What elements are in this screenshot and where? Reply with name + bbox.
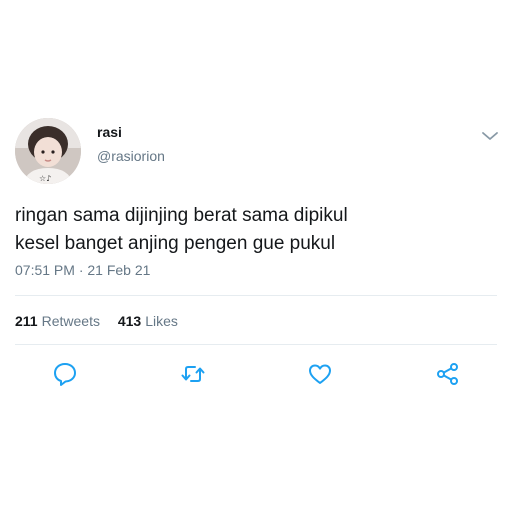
tweet-text-line: ringan sama dijinjing berat sama dipikul: [15, 205, 348, 226]
retweet-icon[interactable]: [179, 360, 207, 388]
retweets-label: Retweets: [41, 313, 100, 329]
avatar-image: ☆♪: [15, 118, 81, 184]
heart-icon[interactable]: [306, 360, 334, 388]
likes-count: 413: [117, 313, 142, 329]
likes-stat[interactable]: 413 Likes: [118, 313, 178, 329]
tweet-stats: 211 Retweets 413 Likes: [15, 313, 192, 329]
tweet-timestamp[interactable]: 07:51 PM · 21 Feb 21: [15, 262, 150, 278]
retweets-stat[interactable]: 211 Retweets: [15, 313, 100, 329]
tweet-card: ☆♪ rasi @rasiorion ringan sama dijinjing…: [0, 108, 512, 406]
page: ☆♪ rasi @rasiorion ringan sama dijinjing…: [0, 0, 512, 512]
user-handle[interactable]: @rasiorion: [97, 148, 165, 164]
reply-icon[interactable]: [51, 360, 79, 388]
action-bar: [0, 360, 512, 392]
divider: [15, 344, 497, 345]
likes-label: Likes: [145, 313, 178, 329]
divider: [15, 295, 497, 296]
chevron-down-icon[interactable]: [480, 128, 500, 144]
retweets-count: 211: [15, 313, 38, 329]
share-icon[interactable]: [434, 360, 462, 388]
svg-text:☆♪: ☆♪: [39, 174, 51, 183]
user-name[interactable]: rasi: [97, 124, 122, 140]
tweet-text-line: kesel banget anjing pengen gue pukul: [15, 233, 336, 254]
avatar[interactable]: ☆♪: [15, 118, 81, 184]
tweet-text: ringan sama dijinjing berat sama dipikul…: [15, 202, 495, 258]
